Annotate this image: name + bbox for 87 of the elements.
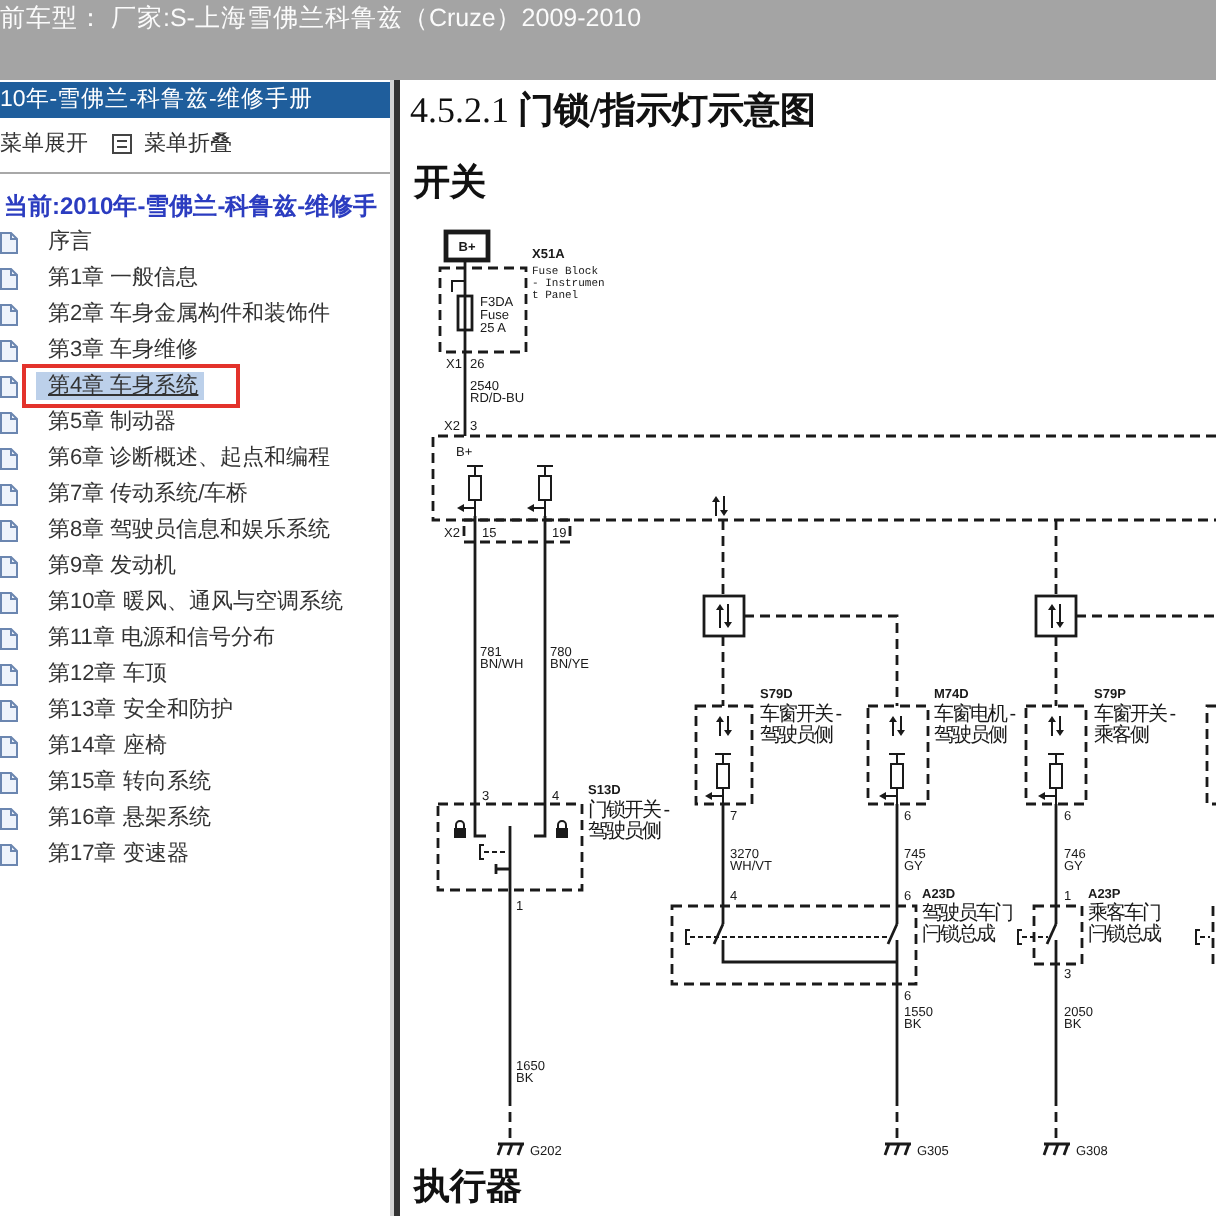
section-heading: 执行器 — [414, 1164, 522, 1208]
wire — [721, 804, 725, 924]
wire — [895, 804, 899, 924]
component-outline — [694, 704, 754, 806]
component-description: 门锁开关 - 驾驶员侧 — [588, 800, 669, 843]
chapter-link[interactable]: 第13章 安全和防护 — [36, 696, 239, 724]
ground-icon — [1042, 1142, 1072, 1157]
panel-title: 10年-雪佛兰-科鲁兹-维修手册 — [0, 82, 390, 118]
chapter-link[interactable]: 第8章 驾驶员信息和娱乐系统 — [36, 516, 337, 544]
component-description: 驾驶员车门 闩锁总成 — [922, 903, 1012, 946]
component-description: 车窗开关 - 乘客侧 — [1094, 704, 1175, 747]
component-outline — [1024, 704, 1088, 806]
component-outline — [1205, 704, 1216, 806]
page-icon — [0, 231, 18, 253]
page-icon — [0, 483, 18, 505]
window-title: 前车型： 厂家:S-上海雪佛兰科鲁兹（Cruze）2009-2010 — [0, 4, 642, 34]
page-icon — [0, 375, 18, 397]
current-manual-title: 当前:2010年-雪佛兰-科鲁兹-维修手 — [4, 190, 380, 224]
fuse-block-outline — [438, 266, 528, 354]
chapter-link[interactable]: 第14章 座椅 — [36, 732, 173, 760]
chapter-link[interactable]: 第3章 车身维修 — [36, 336, 205, 364]
chapter-link[interactable]: 第6章 诊断概述、起点和编程 — [36, 444, 337, 472]
up-down-arrows-icon — [702, 594, 746, 638]
chapter-link[interactable]: 第11章 电源和信号分布 — [36, 624, 281, 652]
page-icon — [0, 555, 18, 577]
wire — [1054, 804, 1058, 924]
up-down-arrows-icon — [716, 715, 732, 737]
dashed-line — [1054, 520, 1058, 596]
dashed-line — [1054, 636, 1058, 706]
page-icon — [0, 591, 18, 613]
lock-icon — [454, 820, 466, 838]
page-icon — [0, 411, 18, 433]
chapter-link[interactable]: 第4章 车身系统 — [36, 372, 205, 400]
chapter-link[interactable]: 第12章 车顶 — [36, 660, 173, 688]
page-icon — [0, 771, 18, 793]
ground-icon — [496, 1142, 526, 1157]
page-icon — [0, 267, 18, 289]
toolbar-button[interactable]: 菜单折叠 — [112, 130, 232, 158]
component-outline — [866, 704, 930, 806]
up-down-arrows-icon — [712, 495, 728, 517]
chapter-link[interactable]: 序言 — [36, 228, 98, 256]
lock-icon — [556, 820, 568, 838]
up-down-arrows-icon — [1048, 715, 1064, 737]
up-down-arrows-icon — [889, 715, 905, 737]
switch-contact-icon — [479, 824, 512, 892]
chapter-link[interactable]: 第5章 制动器 — [36, 408, 183, 436]
chapter-link[interactable]: 第15章 转向系统 — [36, 768, 217, 796]
component-description: 乘客车门 闩锁总成 — [1088, 903, 1160, 946]
page-icon — [0, 339, 18, 361]
page-icon — [0, 663, 18, 685]
page-icon — [0, 447, 18, 469]
up-down-arrows-icon — [1034, 594, 1078, 638]
driver-icon — [879, 753, 906, 805]
chapter-link[interactable]: 第2章 车身金属构件和装饰件 — [36, 300, 337, 328]
connector-outline — [462, 518, 572, 544]
dashed-line — [1076, 614, 1216, 618]
driver-icon — [1038, 753, 1065, 805]
linkage-symbol-drawing — [1195, 929, 1211, 945]
page-heading: 4.5.2.1 门锁/指示灯示意图 — [410, 88, 817, 132]
driver-icon — [527, 465, 554, 517]
page-icon — [0, 303, 18, 325]
dashed-line — [721, 520, 725, 596]
toolbar-button[interactable]: 菜单展开 — [0, 130, 88, 158]
page-icon — [0, 843, 18, 865]
page-icon — [0, 627, 18, 649]
page-icon — [0, 519, 18, 541]
terminal-box — [443, 229, 491, 263]
driver-icon — [457, 465, 484, 517]
chapter-link[interactable]: 第9章 发动机 — [36, 552, 183, 580]
chapter-link[interactable]: 第7章 传动系统/车桥 — [36, 480, 255, 508]
component-outline — [1211, 906, 1215, 964]
component-description: 车窗开关 - 驾驶员侧 — [760, 704, 841, 747]
section-heading: 开关 — [414, 160, 486, 204]
chapter-link[interactable]: 第16章 悬架系统 — [36, 804, 217, 832]
chapter-link[interactable]: 第17章 变速器 — [36, 840, 195, 868]
dashed-line — [721, 636, 725, 706]
component-outline — [1032, 904, 1084, 966]
chapter-link[interactable]: 第10章 暖风、通风与空调系统 — [36, 588, 349, 616]
chapter-link[interactable]: 第1章 一般信息 — [36, 264, 205, 292]
ground-icon — [883, 1142, 913, 1157]
fuse-icon — [456, 294, 474, 332]
page-icon — [0, 807, 18, 829]
page-icon — [0, 735, 18, 757]
page-icon — [0, 699, 18, 721]
component-description: 车窗电机 - 驾驶员侧 — [934, 704, 1015, 747]
driver-icon — [705, 753, 732, 805]
linkage-symbol-drawing — [1017, 923, 1058, 945]
